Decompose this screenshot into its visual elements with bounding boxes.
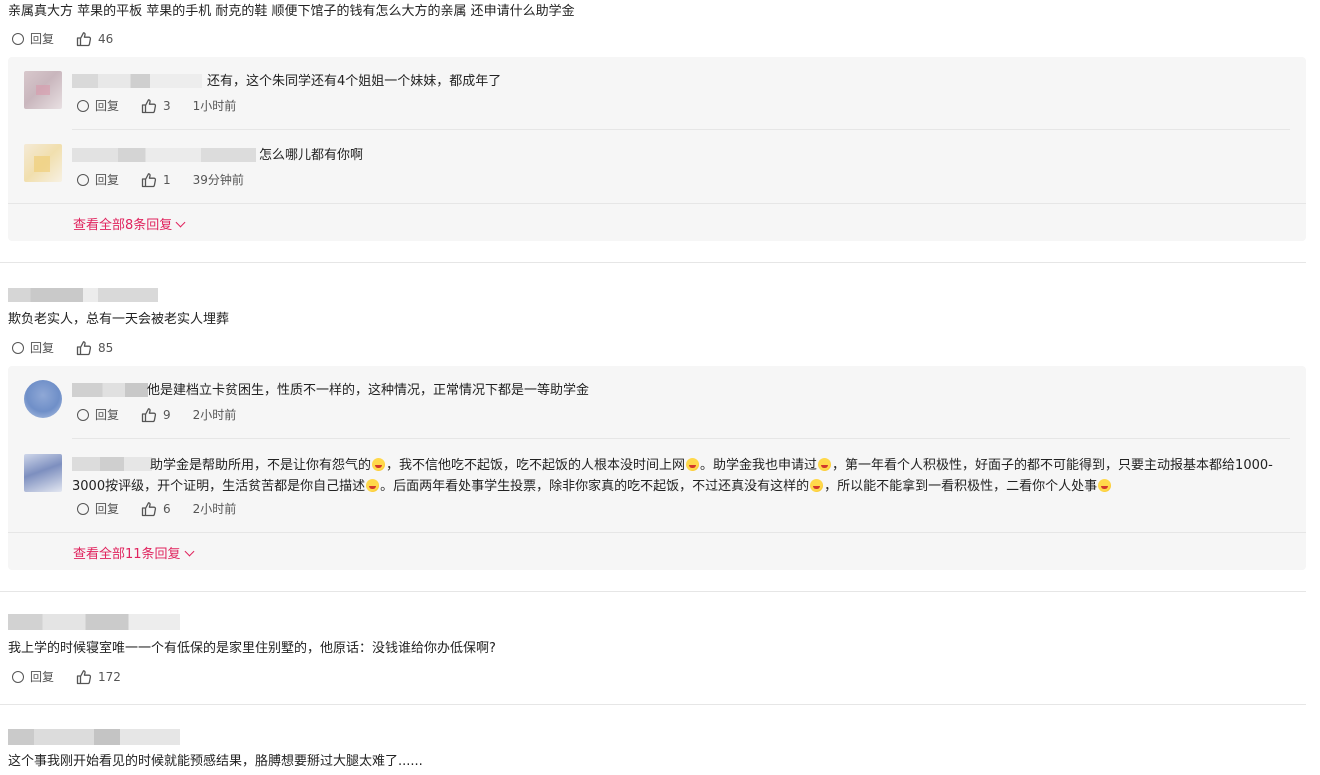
like-count: 1 <box>163 173 171 187</box>
reply-divider <box>72 129 1290 130</box>
reply-time: 2小时前 <box>192 408 237 422</box>
reply-actions: 回复 6 2小时前 <box>77 501 236 517</box>
like-count: 172 <box>98 670 121 684</box>
thumb-up-icon <box>141 408 157 423</box>
reply-button[interactable]: 回复 <box>77 501 119 517</box>
reply-divider <box>72 438 1290 439</box>
reply-actions: 回复 1 39分钟前 <box>77 172 244 188</box>
username-blurred[interactable] <box>72 383 148 397</box>
laugh-emoji-icon <box>818 458 832 471</box>
reply-icon <box>12 671 24 683</box>
username-blurred[interactable] <box>72 74 202 88</box>
reply-text: 还有，这个朱同学还有4个姐姐一个妹妹，都成年了 <box>207 74 502 89</box>
view-all-replies-link[interactable]: 查看全部11条回复 <box>73 543 194 562</box>
reply-button[interactable]: 回复 <box>12 340 54 356</box>
like-button[interactable]: 3 <box>141 98 171 114</box>
thumb-up-icon <box>141 173 157 188</box>
reply-icon <box>77 503 89 515</box>
username-blurred[interactable] <box>72 148 256 162</box>
like-count: 3 <box>163 99 171 113</box>
like-count: 9 <box>163 408 171 422</box>
thumb-up-icon <box>141 99 157 114</box>
reply-text: 助学金是帮助所用，不是让你有怨气的 ，我不信他吃不起饭，吃不起饭的人根本没时间上网… <box>72 458 1273 494</box>
thread-divider <box>0 704 1306 705</box>
comment-actions: 回复 172 <box>12 669 143 685</box>
comment-actions: 回复 46 <box>12 31 135 47</box>
reply-time: 1小时前 <box>192 99 237 113</box>
reply-icon <box>77 174 89 186</box>
like-button[interactable]: 172 <box>76 669 121 685</box>
like-button[interactable]: 46 <box>76 31 113 47</box>
comment-text: 欺负老实人，总有一天会被老实人埋葬 <box>8 312 230 327</box>
laugh-emoji-icon <box>366 479 380 492</box>
reply-icon <box>12 33 24 45</box>
reply-icon <box>77 100 89 112</box>
laugh-emoji-icon <box>372 458 386 471</box>
reply-actions: 回复 9 2小时前 <box>77 407 236 423</box>
avatar[interactable] <box>24 71 62 109</box>
like-button[interactable]: 85 <box>76 340 113 356</box>
reply-button[interactable]: 回复 <box>12 31 54 47</box>
reply-time: 2小时前 <box>192 502 237 516</box>
reply-button[interactable]: 回复 <box>77 172 119 188</box>
like-button[interactable]: 6 <box>141 501 171 517</box>
laugh-emoji-icon <box>686 458 700 471</box>
reply-actions: 回复 3 1小时前 <box>77 98 236 114</box>
reply-button[interactable]: 回复 <box>12 669 54 685</box>
reply-text: 怎么哪儿都有你啊 <box>259 148 364 163</box>
replies-panel: 他是建档立卡贫困生，性质不一样的，这种情况，正常情况下都是一等助学金 回复 9 … <box>8 366 1306 570</box>
comment-actions: 回复 85 <box>12 340 135 356</box>
comment-text: 这个事我刚开始看见的时候就能预感结果，胳膊想要掰过大腿太难了...... <box>8 754 423 769</box>
avatar[interactable] <box>24 454 62 492</box>
like-button[interactable]: 1 <box>141 172 171 188</box>
chevron-down-icon <box>175 217 186 227</box>
avatar[interactable] <box>24 144 62 182</box>
thread-divider <box>0 591 1306 592</box>
like-button[interactable]: 9 <box>141 407 171 423</box>
like-count: 85 <box>98 341 114 355</box>
panel-divider <box>8 203 1306 204</box>
thumb-up-icon <box>76 341 92 356</box>
username-blurred[interactable] <box>8 729 180 745</box>
laugh-emoji-icon <box>810 479 824 492</box>
replies-panel: 还有，这个朱同学还有4个姐姐一个妹妹，都成年了 回复 3 1小时前 怎么哪儿都有… <box>8 57 1306 241</box>
reply-icon <box>77 409 89 421</box>
reply-button[interactable]: 回复 <box>77 98 119 114</box>
avatar[interactable] <box>24 380 62 418</box>
thread-divider <box>0 262 1306 263</box>
username-blurred[interactable] <box>8 614 180 630</box>
view-all-replies-link[interactable]: 查看全部8条回复 <box>73 214 186 233</box>
thumb-up-icon <box>76 32 92 47</box>
reply-time: 39分钟前 <box>192 173 244 187</box>
comment-text: 亲属真大方 苹果的平板 苹果的手机 耐克的鞋 顺便下馆子的钱有怎么大方的亲属 还… <box>8 4 575 19</box>
reply-icon <box>12 342 24 354</box>
reply-text: 他是建档立卡贫困生，性质不一样的，这种情况，正常情况下都是一等助学金 <box>147 383 590 398</box>
thumb-up-icon <box>76 670 92 685</box>
username-blurred[interactable] <box>8 288 158 302</box>
reply-button[interactable]: 回复 <box>77 407 119 423</box>
chevron-down-icon <box>184 546 194 556</box>
thumb-up-icon <box>141 502 157 517</box>
comment-text: 我上学的时候寝室唯一一个有低保的是家里住别墅的，他原话：没钱谁给你办低保啊? <box>8 641 496 656</box>
laugh-emoji-icon <box>1098 479 1112 492</box>
panel-divider <box>8 532 1306 533</box>
like-count: 6 <box>163 502 171 516</box>
like-count: 46 <box>98 32 114 46</box>
